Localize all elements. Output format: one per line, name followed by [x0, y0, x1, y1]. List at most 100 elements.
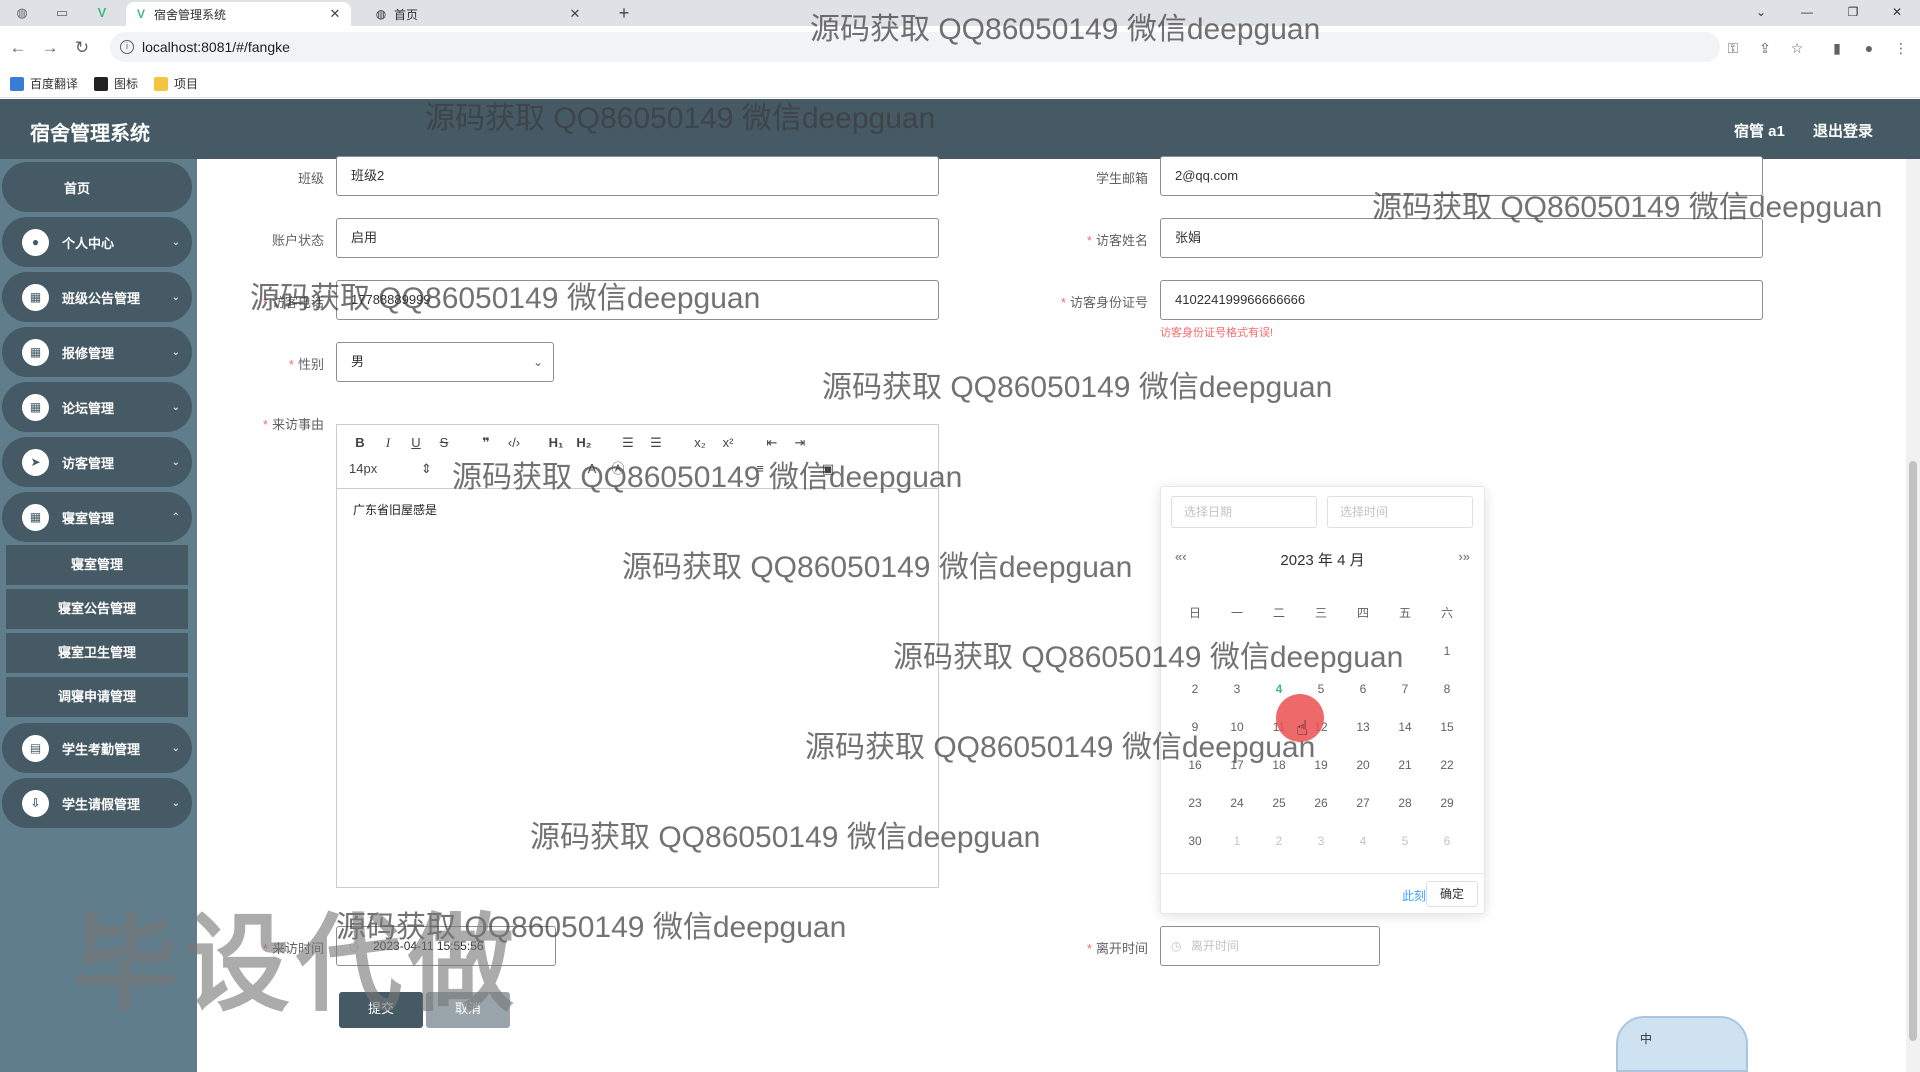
h2-icon[interactable]: H₂ [573, 433, 595, 453]
calendar-day[interactable]: 2 [1259, 834, 1299, 848]
calendar-day[interactable]: 5 [1385, 834, 1425, 848]
visitor-id-input[interactable]: 410224199966666666 [1160, 280, 1763, 320]
page-scrollbar[interactable] [1906, 159, 1920, 1072]
calendar-day[interactable]: 21 [1385, 758, 1425, 772]
side-panel-icon[interactable]: ▮ [1826, 40, 1848, 58]
calendar-day[interactable]: 30 [1175, 834, 1215, 848]
subscript-icon[interactable]: x₂ [689, 433, 711, 453]
profile-icon[interactable]: ● [1858, 40, 1880, 58]
key-icon[interactable]: ⚿ [1722, 40, 1744, 58]
tab-home[interactable]: ◍ 首页 ✕ [366, 2, 591, 26]
calendar-day[interactable]: 8 [1427, 682, 1467, 696]
site-info-icon[interactable]: i [120, 40, 134, 54]
close-tab-icon[interactable]: ✕ [327, 6, 343, 22]
calendar-day[interactable]: 13 [1343, 720, 1383, 734]
sidebar-item-dorm[interactable]: ▦ 寝室管理 ⌃ [2, 492, 192, 542]
sidebar-item-leave[interactable]: ⇩ 学生请假管理 ⌄ [2, 778, 192, 828]
bookmark-baidu-translate[interactable]: 百度翻译 [10, 75, 78, 92]
calendar-day[interactable]: 1 [1427, 644, 1467, 658]
sidebar-item-visitor[interactable]: ➤ 访客管理 ⌄ [2, 437, 192, 487]
outdent-icon[interactable]: ⇤ [761, 433, 783, 453]
reload-icon[interactable]: ↻ [70, 36, 94, 60]
submenu-dorm-transfer[interactable]: 调寝申请管理 [6, 677, 188, 717]
sidebar-item-class-notice[interactable]: ▦ 班级公告管理 ⌄ [2, 272, 192, 322]
sidebar-item-personal-center[interactable]: ● 个人中心 ⌄ [2, 217, 192, 267]
calendar-day[interactable]: 26 [1301, 796, 1341, 810]
calendar-day[interactable]: 1 [1217, 834, 1257, 848]
calendar-day[interactable]: 14 [1385, 720, 1425, 734]
superscript-icon[interactable]: x² [717, 433, 739, 453]
chevron-down-icon: ⌄ [171, 346, 180, 358]
next-year-icon[interactable]: ›» [1458, 549, 1470, 564]
bullet-list-icon[interactable]: ☰ [645, 433, 667, 453]
calendar-day[interactable]: 15 [1427, 720, 1467, 734]
tab-search-icon[interactable]: ⌄ [1738, 0, 1784, 26]
calendar-day[interactable]: 25 [1259, 796, 1299, 810]
pinned-tab-icon[interactable]: ▭ [48, 2, 76, 24]
class-input[interactable]: 班级2 [336, 156, 939, 196]
quote-icon[interactable]: ❞ [475, 433, 497, 453]
weekday-wed: 三 [1314, 606, 1327, 620]
picker-date-input[interactable]: 选择日期 [1171, 496, 1317, 528]
sidebar-item-forum[interactable]: ▦ 论坛管理 ⌄ [2, 382, 192, 432]
menu-kebab-icon[interactable]: ⋮ [1890, 40, 1912, 58]
calendar-day[interactable]: 5 [1301, 682, 1341, 696]
calendar-day[interactable]: 3 [1217, 682, 1257, 696]
ordered-list-icon[interactable]: ☰ [617, 433, 639, 453]
tab-dormitory-system[interactable]: V 宿舍管理系统 ✕ [126, 2, 351, 26]
submenu-dorm-manage[interactable]: 寝室管理 [6, 545, 188, 585]
underline-icon[interactable]: U [405, 433, 427, 453]
forward-icon[interactable]: → [38, 36, 62, 60]
logout-link[interactable]: 退出登录 [1813, 120, 1873, 141]
calendar-day[interactable]: 27 [1343, 796, 1383, 810]
vue-tab-icon[interactable]: V [88, 2, 116, 24]
status-input[interactable]: 启用 [336, 218, 939, 258]
back-icon[interactable]: ← [6, 36, 30, 60]
calendar-day[interactable]: 2 [1175, 682, 1215, 696]
new-tab-button[interactable]: + [612, 2, 636, 24]
bold-icon[interactable]: B [349, 433, 371, 453]
minimize-button[interactable]: — [1784, 0, 1830, 26]
font-size-select[interactable]: 14px ⇕ [349, 459, 439, 479]
now-link[interactable]: 此刻 [1402, 887, 1426, 904]
scroll-thumb[interactable] [1909, 461, 1917, 1041]
confirm-button[interactable]: 确定 [1426, 881, 1478, 907]
visitor-name-label: * 访客姓名 [1086, 233, 1148, 248]
calendar-day[interactable]: 24 [1217, 796, 1257, 810]
calendar-day[interactable]: 22 [1427, 758, 1467, 772]
pinned-tab-icon[interactable]: ◍ [8, 2, 36, 24]
close-tab-icon[interactable]: ✕ [567, 6, 583, 22]
sidebar-item-home[interactable]: 首页 [2, 162, 192, 212]
calendar-day[interactable]: 4 [1343, 834, 1383, 848]
font-size-value: 14px [349, 461, 378, 476]
calendar-day[interactable]: 23 [1175, 796, 1215, 810]
strike-icon[interactable]: S [433, 433, 455, 453]
submenu-dorm-hygiene[interactable]: 寝室卫生管理 [6, 633, 188, 673]
floating-input-widget[interactable]: 中 [1616, 1016, 1748, 1072]
select-arrow-icon: ⇕ [420, 461, 432, 476]
close-window-button[interactable]: ✕ [1874, 0, 1920, 26]
share-icon[interactable]: ⇪ [1754, 40, 1776, 58]
calendar-day[interactable]: 7 [1385, 682, 1425, 696]
code-icon[interactable]: ‹/› [503, 433, 525, 453]
sidebar-item-repair[interactable]: ▦ 报修管理 ⌄ [2, 327, 192, 377]
indent-icon[interactable]: ⇥ [789, 433, 811, 453]
calendar-day[interactable]: 3 [1301, 834, 1341, 848]
calendar-day[interactable]: 6 [1343, 682, 1383, 696]
leave-time-input[interactable]: ◷ 离开时间 [1160, 926, 1380, 966]
reason-label-text: 来访事由 [271, 417, 324, 432]
restore-button[interactable]: ❐ [1830, 0, 1876, 26]
bookmark-project[interactable]: 项目 [154, 75, 198, 92]
bookmark-star-icon[interactable]: ☆ [1786, 40, 1808, 58]
bookmark-icons[interactable]: 图标 [94, 75, 138, 92]
calendar-day[interactable]: 20 [1343, 758, 1383, 772]
h1-icon[interactable]: H₁ [545, 433, 567, 453]
calendar-day[interactable]: 29 [1427, 796, 1467, 810]
calendar-day[interactable]: 6 [1427, 834, 1467, 848]
picker-time-input[interactable]: 选择时间 [1327, 496, 1473, 528]
sidebar-item-attendance[interactable]: ▤ 学生考勤管理 ⌄ [2, 723, 192, 773]
italic-icon[interactable]: I [377, 433, 399, 453]
gender-select[interactable]: 男 ⌄ [336, 342, 554, 382]
calendar-day[interactable]: 28 [1385, 796, 1425, 810]
submenu-dorm-notice[interactable]: 寝室公告管理 [6, 589, 188, 629]
